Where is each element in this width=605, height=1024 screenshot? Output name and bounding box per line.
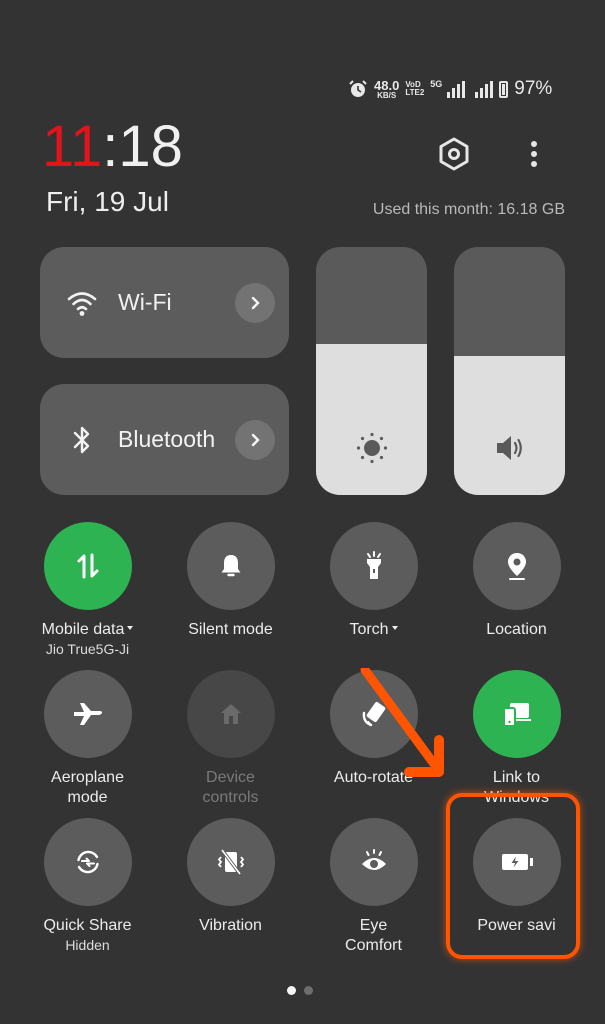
volume-icon <box>496 436 522 460</box>
chevron-right-icon <box>251 296 260 309</box>
mobile-data-sublabel: Jio True5G-Ji <box>45 641 130 657</box>
annotation-arrow-icon <box>360 668 444 777</box>
quick-share-sublabel: Hidden <box>65 937 110 953</box>
aeroplane-mode-toggle[interactable]: Aeroplane mode <box>16 670 159 808</box>
silent-mode-label: Silent mode <box>188 621 273 638</box>
battery-percent: 97% <box>514 78 553 99</box>
more-vertical-icon <box>531 141 537 167</box>
device-controls-label-line2: controls <box>202 789 259 806</box>
date[interactable]: Fri, 19 Jul <box>46 186 169 218</box>
vibration-toggle[interactable]: Vibration <box>159 818 302 936</box>
link-to-windows-label: Link to <box>492 769 541 786</box>
silent-mode-toggle[interactable]: Silent mode <box>159 522 302 640</box>
eye-comfort-label: Eye <box>359 917 388 934</box>
data-usage-label[interactable]: Used this month: 16.18 GB <box>373 201 565 219</box>
torch-label: Torch <box>349 621 389 638</box>
wifi-details-button[interactable] <box>235 282 275 323</box>
mobile-data-label: Mobile data <box>41 621 125 638</box>
quick-share-toggle[interactable]: Quick Share Hidden <box>16 818 159 954</box>
volume-slider-fill <box>454 356 565 495</box>
volte-bottom: LTE2 <box>405 88 425 97</box>
signal-strength-sim2-icon <box>475 80 494 98</box>
brightness-slider-fill <box>316 343 427 495</box>
page-dot-1[interactable] <box>287 986 296 995</box>
settings-hex-icon <box>439 137 469 171</box>
page-indicator <box>287 986 313 995</box>
wifi-tile[interactable]: Wi-Fi <box>40 247 289 358</box>
wifi-label: Wi-Fi <box>118 289 172 315</box>
brightness-slider[interactable] <box>316 247 427 495</box>
eye-comfort-label-line2: Comfort <box>345 937 402 954</box>
clock-minutes: 18 <box>118 114 183 179</box>
torch-toggle[interactable]: Torch <box>302 522 445 640</box>
annotation-highlight-box <box>446 793 580 959</box>
network-type: 5G <box>430 79 443 89</box>
brightness-icon <box>356 432 387 464</box>
dropdown-caret-icon[interactable] <box>391 625 398 630</box>
signal-strength-sim1-icon <box>447 80 466 98</box>
airplane-icon <box>73 703 102 725</box>
clock-separator: : <box>102 114 119 179</box>
chevron-right-icon <box>251 433 260 446</box>
location-label: Location <box>486 621 547 638</box>
volte-indicator: VoD LTE2 <box>405 81 424 97</box>
network-speed-unit: KB/S <box>377 90 397 100</box>
clock[interactable]: 11:18 <box>42 118 183 176</box>
torch-icon <box>366 551 381 579</box>
eye-comfort-icon <box>361 849 386 870</box>
quick-share-icon <box>76 850 99 874</box>
status-bar: 48.0 KB/S VoD LTE2 5G 97% <box>348 76 552 102</box>
vibration-label: Vibration <box>199 917 262 934</box>
aeroplane-mode-label-line2: mode <box>67 789 108 806</box>
bell-icon <box>221 555 240 577</box>
more-options-button[interactable] <box>520 136 548 172</box>
bluetooth-label: Bluetooth <box>118 426 216 452</box>
eye-comfort-toggle[interactable]: Eye Comfort <box>302 818 445 956</box>
clock-hours: 11 <box>42 114 103 179</box>
location-pin-icon <box>507 553 526 580</box>
dropdown-caret-icon[interactable] <box>127 625 134 630</box>
home-icon <box>220 704 241 724</box>
vibration-off-icon <box>217 848 244 876</box>
mobile-data-toggle[interactable]: Mobile data Jio True5G-Ji <box>16 522 159 658</box>
network-speed-value: 48.0 <box>374 77 400 93</box>
page-dot-2[interactable] <box>304 986 313 995</box>
link-to-windows-toggle[interactable]: Link to Windows <box>445 670 588 808</box>
aeroplane-mode-label: Aeroplane <box>51 769 124 786</box>
wifi-icon <box>67 291 97 316</box>
bluetooth-icon <box>73 426 90 453</box>
device-controls-label: Device <box>206 769 255 786</box>
device-controls-toggle[interactable]: Device controls <box>159 670 302 808</box>
alarm-clock-icon <box>349 80 367 97</box>
settings-button[interactable] <box>436 136 472 172</box>
location-toggle[interactable]: Location <box>445 522 588 640</box>
battery-icon <box>499 80 509 98</box>
mobile-data-icon <box>77 553 98 579</box>
quick-share-label: Quick Share <box>43 917 132 934</box>
link-to-windows-icon <box>502 703 531 727</box>
volume-slider[interactable] <box>454 247 565 495</box>
network-speed: 48.0 KB/S <box>374 79 399 100</box>
bluetooth-tile[interactable]: Bluetooth <box>40 384 289 495</box>
bluetooth-details-button[interactable] <box>235 419 275 460</box>
